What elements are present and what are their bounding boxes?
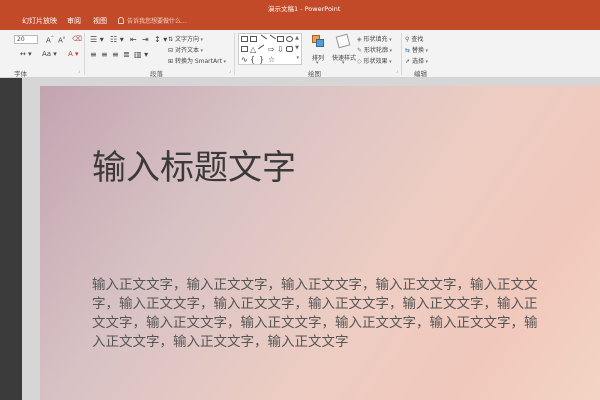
paragraph-dialog-launcher-icon[interactable]: ⌟	[229, 68, 231, 74]
drawing-dialog-launcher-icon[interactable]: ⌟	[396, 68, 398, 74]
text-direction-icon: ⇅	[168, 36, 175, 43]
bullets-icon[interactable]: ☰ ▾	[90, 35, 104, 44]
decrease-indent-icon[interactable]: ⇤	[130, 35, 137, 44]
shape-fill-button[interactable]: ◈ 形状填充 ▾	[357, 34, 392, 43]
tab-slideshow[interactable]: 幻灯片放映	[22, 16, 57, 26]
cursor-icon: ➚	[405, 58, 412, 65]
rectangle-shape-icon[interactable]	[277, 36, 284, 42]
separator	[84, 33, 85, 75]
decrease-font-icon[interactable]: Av	[58, 35, 65, 44]
down-arrow-shape-icon[interactable]: ⇩	[277, 46, 284, 54]
replace-icon: ⇆	[405, 47, 412, 54]
thumbnail-pane-edge	[0, 78, 22, 400]
quick-styles-icon	[335, 33, 351, 49]
text-direction-button[interactable]: ⇅ 文字方向 ▾	[168, 34, 203, 43]
align-text-icon: ⊟	[168, 47, 175, 54]
align-left-icon[interactable]: ≡	[90, 50, 97, 59]
increase-font-icon[interactable]: A^	[46, 35, 54, 44]
font-size-box[interactable]: 20	[14, 35, 38, 44]
align-center-icon[interactable]: ≡	[101, 50, 108, 59]
change-case-icon[interactable]: Aa ▾	[42, 50, 57, 58]
line-shape-icon[interactable]	[257, 44, 268, 54]
char-spacing-icon[interactable]: ↔ ▾	[20, 50, 32, 58]
arrange-button[interactable]: 排列 ▾	[310, 33, 328, 66]
tab-review[interactable]: 审阅	[67, 16, 81, 26]
rectangle-shape-icon[interactable]	[241, 46, 248, 52]
window-title: 演示文稿1 - PowerPoint	[268, 5, 341, 13]
replace-button[interactable]: ⇆ 替换 ▾	[405, 45, 428, 54]
pen-icon: ✎	[357, 47, 364, 54]
star-shape-icon[interactable]: ☆	[268, 56, 275, 64]
gallery-more-icon[interactable]: ▾	[296, 55, 299, 61]
textbox-shape-icon[interactable]	[250, 36, 257, 42]
shapes-gallery[interactable]: △ ⇨ ⇩ ∿ { } ☆ ▲ ▼ ▾	[238, 33, 302, 65]
bracket-shape-icon[interactable]: {	[250, 56, 257, 64]
font-dialog-launcher-icon[interactable]: ⌟	[78, 68, 80, 74]
line-spacing-icon[interactable]: ↕ ▾	[154, 35, 167, 44]
drawing-group-label: 绘图	[308, 70, 321, 78]
bracket-shape-icon[interactable]: }	[259, 56, 266, 64]
tell-me-box[interactable]: 告诉我您想要做什么...	[118, 16, 187, 25]
align-right-icon[interactable]: ≡	[112, 50, 119, 59]
slide-title-placeholder[interactable]: 输入标题文字	[92, 140, 296, 189]
right-arrow-shape-icon[interactable]: ⇨	[268, 46, 275, 54]
editing-group-label: 编辑	[414, 70, 427, 78]
title-bar: 演示文稿1 - PowerPoint	[0, 0, 600, 13]
oval-shape-icon[interactable]	[286, 36, 293, 42]
quick-styles-button[interactable]: 快速样式 ▾	[332, 33, 356, 66]
align-text-button[interactable]: ⊟ 对齐文本 ▾	[168, 45, 203, 54]
tab-view[interactable]: 视图	[93, 16, 107, 26]
gallery-scroll-down-icon[interactable]: ▼	[295, 45, 299, 51]
arrow-shape-icon[interactable]	[266, 34, 277, 44]
textbox-shape-icon[interactable]	[241, 36, 248, 42]
numbering-icon[interactable]: ☷ ▾	[110, 35, 124, 44]
gallery-scroll-up-icon[interactable]: ▲	[295, 35, 299, 41]
columns-icon[interactable]: ▥ ▾	[134, 50, 148, 59]
slide[interactable]	[40, 86, 600, 400]
justify-icon[interactable]: ≣	[123, 50, 130, 59]
ribbon-tab-bar: 幻灯片放映 审阅 视图 告诉我您想要做什么...	[0, 13, 600, 30]
paragraph-group-label: 段落	[150, 70, 163, 78]
shape-effects-button[interactable]: ◇ 形状效果 ▾	[357, 56, 392, 65]
curve-shape-icon[interactable]: ∿	[241, 56, 248, 64]
tell-me-placeholder: 告诉我您想要做什么...	[127, 18, 187, 25]
shape-outline-button[interactable]: ✎ 形状轮廓 ▾	[357, 45, 392, 54]
slide-body-placeholder[interactable]: 输入正文文字，输入正文文字，输入正文文字，输入正文文字，输入正文文字，输入正文文…	[92, 276, 546, 352]
separator	[234, 33, 235, 75]
find-button[interactable]: ⚲ 查找	[405, 34, 423, 43]
separator	[401, 33, 402, 75]
smartart-icon: ⊞	[168, 58, 175, 65]
clear-formatting-icon[interactable]: ⌫	[72, 35, 82, 43]
lightbulb-icon	[118, 17, 124, 24]
rounded-rectangle-shape-icon[interactable]	[286, 46, 293, 52]
font-color-icon[interactable]: A ▾	[68, 50, 79, 58]
triangle-shape-icon[interactable]: △	[250, 46, 257, 54]
increase-indent-icon[interactable]: ⇥	[142, 35, 149, 44]
font-group-label: 字体	[14, 70, 27, 78]
ribbon: 20 A^ Av ⌫ ↔ ▾ Aa ▾ A ▾ 字体 ⌟ ☰ ▾ ☷ ▾ ⇤ ⇥…	[0, 30, 600, 78]
convert-smartart-button[interactable]: ⊞ 转换为 SmartArt ▾	[168, 56, 226, 65]
select-button[interactable]: ➚ 选择 ▾	[405, 56, 428, 65]
